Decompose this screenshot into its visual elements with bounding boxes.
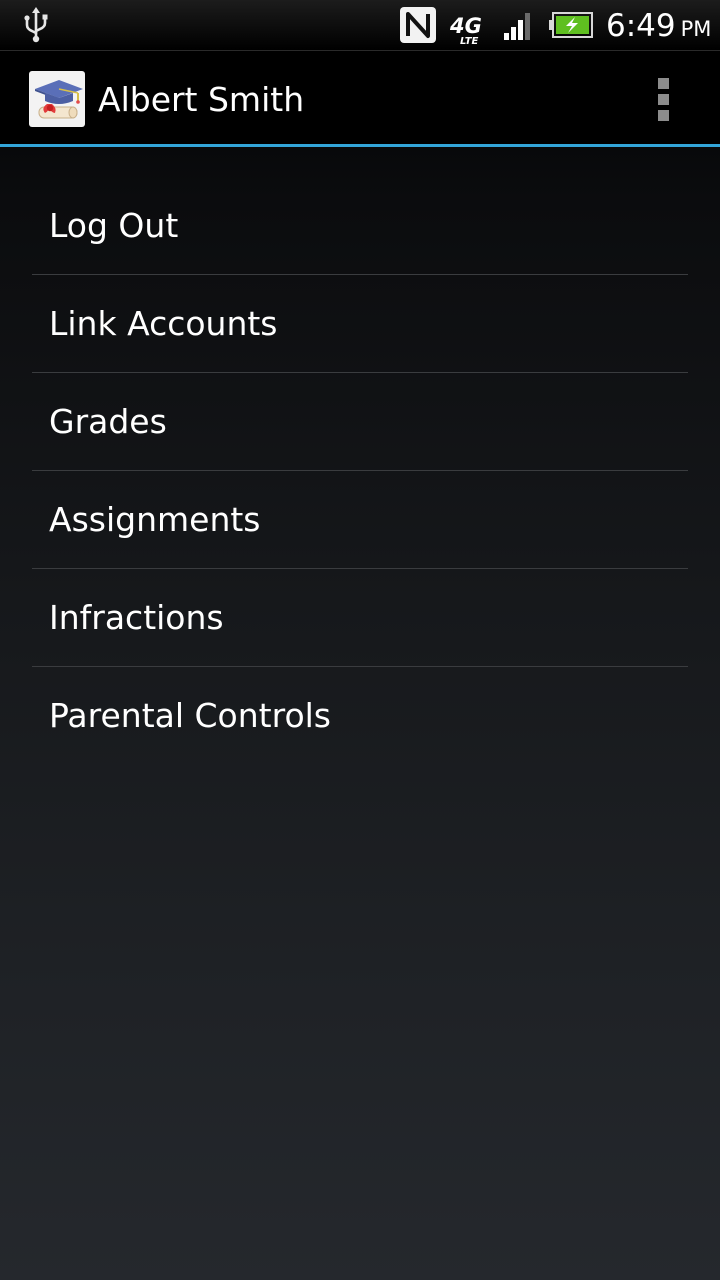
nfc-icon <box>400 7 436 43</box>
menu-item-log-out[interactable]: Log Out <box>32 178 688 275</box>
overflow-dot <box>658 110 669 121</box>
page-title: Albert Smith <box>98 80 305 119</box>
menu-item-grades[interactable]: Grades <box>32 373 688 471</box>
menu-item-parental-controls[interactable]: Parental Controls <box>32 667 688 764</box>
time-value: 6:49 <box>606 8 676 44</box>
4g-lte-icon: 4G LTE <box>449 14 482 46</box>
status-bar: 4G LTE 6:49 PM <box>0 0 720 51</box>
svg-text:LTE: LTE <box>460 36 479 46</box>
signal-icon <box>504 13 530 40</box>
battery-charging-icon <box>549 12 593 38</box>
svg-text:4G: 4G <box>449 14 482 38</box>
graduation-cap-diploma-icon[interactable] <box>29 71 85 127</box>
time-ampm: PM <box>680 17 712 41</box>
usb-icon <box>24 7 48 43</box>
menu-item-infractions[interactable]: Infractions <box>32 569 688 667</box>
overflow-dot <box>658 94 669 105</box>
menu-list: Log Out Link Accounts Grades Assignments… <box>32 178 688 764</box>
overflow-dot <box>658 78 669 89</box>
status-time: 6:49 PM <box>606 4 711 48</box>
action-bar: Albert Smith <box>0 51 720 147</box>
screen: 4G LTE 6:49 PM Albert Smith Log Out Link… <box>0 0 720 1280</box>
menu-item-assignments[interactable]: Assignments <box>32 471 688 569</box>
menu-item-link-accounts[interactable]: Link Accounts <box>32 275 688 373</box>
overflow-menu-icon[interactable] <box>644 69 684 129</box>
